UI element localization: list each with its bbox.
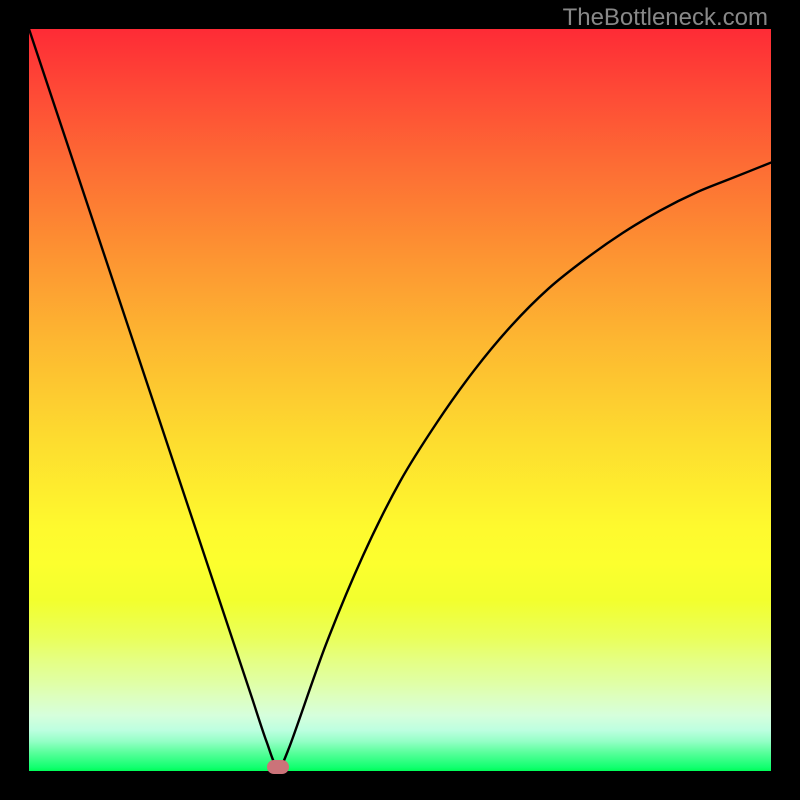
- minimum-marker: [267, 760, 289, 774]
- bottleneck-curve: [29, 29, 771, 771]
- watermark-text: TheBottleneck.com: [563, 4, 768, 32]
